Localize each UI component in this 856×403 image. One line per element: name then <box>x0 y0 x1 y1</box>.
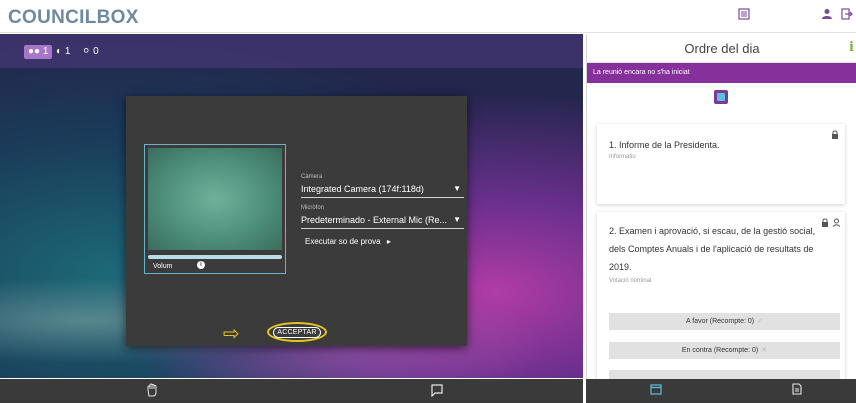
agenda-item-subtitle: Informatiu <box>609 154 636 160</box>
info-icon[interactable]: i <box>197 261 205 269</box>
camera-preview-box: Volum i <box>144 144 286 274</box>
volume-label: Volum <box>153 263 173 270</box>
online-icon: ◐ <box>56 46 63 57</box>
lock-icon <box>831 130 839 141</box>
agenda-item-title-line: 2. Examen i aprovació, si escau, de la g… <box>609 226 816 236</box>
participants-badge[interactable]: ●● 1 <box>24 45 53 59</box>
info-icon[interactable]: i <box>849 40 854 55</box>
agenda-item-card[interactable]: 1. Informe de la Presidenta. Informatiu <box>597 124 845 204</box>
check-icon: ✓ <box>757 318 763 325</box>
offline-icon: ⚪ <box>82 46 91 57</box>
dropdown-arrow-icon: ▼ <box>453 184 461 193</box>
volume-meter <box>148 255 282 259</box>
logout-icon[interactable] <box>841 8 853 24</box>
online-count: 1 <box>64 46 71 57</box>
mic-select[interactable]: Predeterminado - External Mic (Re... ▼ <box>301 213 464 229</box>
mic-value: Predeterminado - External Mic (Re... <box>301 215 448 225</box>
camera-label: Càmera <box>301 174 323 180</box>
agenda-item-title: 1. Informe de la Presidenta. <box>609 140 720 150</box>
bottom-toolbar-left <box>0 379 583 403</box>
dropdown-arrow-icon: ▼ <box>453 215 461 224</box>
vote-against-button[interactable]: En contra (Recompte: 0) ✕ <box>609 342 840 359</box>
speaker-icon: ▸ <box>386 237 391 246</box>
agenda-item-title-line: dels Comptes Anuals i de l'aplicació de … <box>609 244 814 254</box>
users-icon: ●● <box>28 46 41 57</box>
camera-value: Integrated Camera (174f:118d) <box>301 184 424 194</box>
document-icon[interactable] <box>791 383 803 399</box>
arrow-right-icon: ⇨ <box>223 323 240 345</box>
test-sound-label: Executar so de prova <box>305 237 381 246</box>
accept-label: ACCEPTAR <box>273 326 321 338</box>
vote-option-button[interactable] <box>609 370 840 379</box>
offline-count: 0 <box>93 46 99 57</box>
councilbox-mark-icon <box>714 90 728 104</box>
agenda-title: Ordre del dia <box>587 34 856 63</box>
councilbox-logo: COUNCILBOX <box>8 7 139 28</box>
offline-counter: ⚪ 0 <box>82 45 99 59</box>
agenda-item-title-line: 2019. <box>609 262 632 272</box>
user-icon <box>832 218 841 229</box>
list-icon[interactable] <box>738 8 750 24</box>
meeting-status-bar: La reunió encara no s'ha iniciat <box>587 63 856 83</box>
device-settings-dialog: Volum i Càmera Integrated Camera (174f:1… <box>126 96 467 346</box>
chat-icon[interactable] <box>430 383 444 401</box>
participants-count: 1 <box>42 46 49 57</box>
lock-icon <box>821 218 829 229</box>
mic-label: Micròfon <box>301 205 325 211</box>
top-header: COUNCILBOX <box>0 0 856 33</box>
vote-in-favor-label: A favor (Recompte: 0) <box>686 318 755 325</box>
accept-button[interactable]: ACCEPTAR <box>267 322 327 342</box>
bottom-toolbar-right <box>586 379 856 403</box>
raise-hand-icon[interactable] <box>145 383 159 401</box>
test-sound-button[interactable]: Executar so de prova ▸ <box>305 237 391 246</box>
agenda-item-card[interactable]: 2. Examen i aprovació, si escau, de la g… <box>597 212 845 379</box>
agenda-panel: Ordre del dia i La reunió encara no s'ha… <box>586 34 856 379</box>
close-icon: ✕ <box>761 347 768 354</box>
user-icon[interactable] <box>821 8 833 24</box>
vote-in-favor-button[interactable]: A favor (Recompte: 0) ✓ <box>609 313 840 330</box>
video-area: ●● 1 ◐ 1 ⚪ 0 Volum i Càmera Integrated C… <box>0 34 583 378</box>
online-counter: ◐ 1 <box>56 45 70 59</box>
agenda-item-subtitle: Votació nominal <box>609 278 652 284</box>
calendar-icon[interactable] <box>650 383 662 399</box>
camera-select[interactable]: Integrated Camera (174f:118d) ▼ <box>301 182 464 198</box>
camera-preview <box>148 148 282 250</box>
vote-against-label: En contra (Recompte: 0) <box>681 347 759 354</box>
